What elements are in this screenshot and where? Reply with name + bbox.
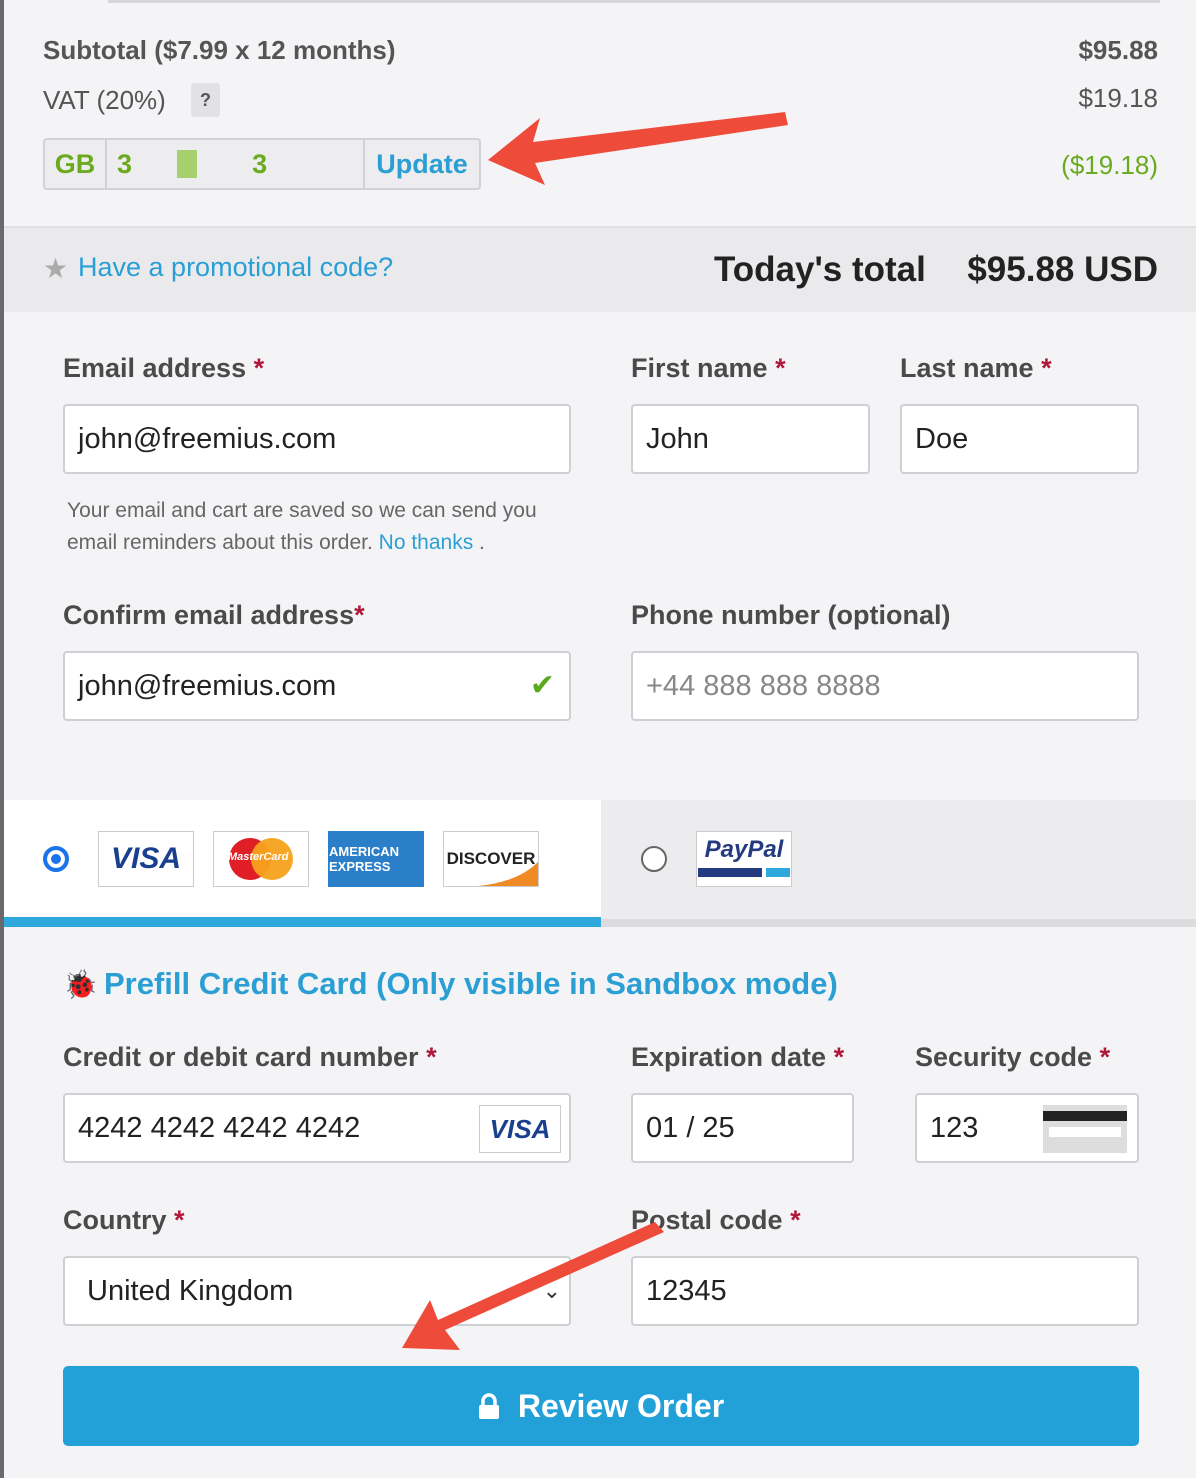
- left-border: [0, 0, 4, 1478]
- no-thanks-link[interactable]: No thanks: [379, 531, 474, 554]
- vat-country: GB: [45, 140, 107, 188]
- country-select[interactable]: United Kingdom ⌄: [63, 1256, 571, 1326]
- email-hint: Your email and cart are saved so we can …: [67, 499, 537, 554]
- cvc-card-icon: [1043, 1105, 1127, 1153]
- expiration-label: Expiration date *: [631, 1042, 845, 1072]
- security-code-label: Security code *: [915, 1042, 1111, 1072]
- last-name-label: Last name *: [900, 353, 1052, 383]
- vat-credit: ($19.18): [1061, 150, 1158, 180]
- expiration-input[interactable]: 01 / 25: [631, 1093, 854, 1163]
- confirm-email-label: Confirm email address*: [63, 600, 365, 630]
- vat-update-button[interactable]: Update: [363, 140, 479, 188]
- mastercard-logo: MasterCard: [213, 831, 309, 887]
- vat-help-button[interactable]: ?: [191, 83, 220, 117]
- review-order-button[interactable]: Review Order: [63, 1366, 1139, 1446]
- first-name-input[interactable]: John: [631, 404, 870, 474]
- lock-icon: [478, 1393, 499, 1419]
- email-label: Email address *: [63, 353, 265, 383]
- subtotal-value: $95.88: [1078, 35, 1158, 65]
- arrow-icon: [488, 112, 788, 185]
- paypal-radio[interactable]: [641, 846, 667, 872]
- vat-number-field: GB 3 3 Update: [43, 138, 481, 190]
- total-value: $95.88 USD: [967, 250, 1158, 289]
- amex-logo: AMERICAN EXPRESS: [328, 831, 424, 887]
- discover-logo: DISCOVER: [443, 831, 539, 887]
- phone-input[interactable]: +44 888 888 8888: [631, 651, 1139, 721]
- last-name-input[interactable]: Doe: [900, 404, 1139, 474]
- postal-code-input[interactable]: 12345: [631, 1256, 1139, 1326]
- card-number-input[interactable]: 4242 4242 4242 4242 VISA: [63, 1093, 571, 1163]
- security-code-input[interactable]: 123: [915, 1093, 1139, 1163]
- total-label: Today's total: [714, 250, 926, 289]
- tab-paypal[interactable]: [601, 800, 1196, 927]
- postal-code-label: Postal code *: [631, 1205, 801, 1235]
- phone-label: Phone number (optional): [631, 600, 951, 630]
- confirm-email-input[interactable]: john@freemius.com ✔: [63, 651, 571, 721]
- review-order-label: Review Order: [517, 1387, 725, 1424]
- check-icon: ✔: [529, 669, 555, 702]
- email-input[interactable]: john@freemius.com: [63, 404, 571, 474]
- subtotal-label: Subtotal ($7.99 x 12 months): [43, 35, 396, 65]
- redaction: [177, 150, 197, 178]
- card-number-label: Credit or debit card number *: [63, 1042, 437, 1072]
- card-radio[interactable]: [43, 846, 69, 872]
- bug-icon: 🐞: [63, 969, 98, 1000]
- visa-logo: VISA: [98, 831, 194, 887]
- visa-brand-icon: VISA: [479, 1105, 561, 1153]
- prefill-card-link[interactable]: Prefill Credit Card (Only visible in San…: [104, 966, 838, 1002]
- vat-label: VAT (20%): [43, 85, 166, 115]
- vat-number-input[interactable]: 3 3: [107, 140, 363, 188]
- paypal-logo: PayPal: [696, 831, 792, 887]
- star-icon: ★: [43, 253, 69, 284]
- promo-code-link[interactable]: Have a promotional code?: [78, 252, 393, 283]
- chevron-down-icon: ⌄: [542, 1278, 561, 1303]
- country-label: Country *: [63, 1205, 185, 1235]
- vat-value: $19.18: [1078, 83, 1158, 113]
- first-name-label: First name *: [631, 353, 786, 383]
- divider: [108, 0, 1160, 3]
